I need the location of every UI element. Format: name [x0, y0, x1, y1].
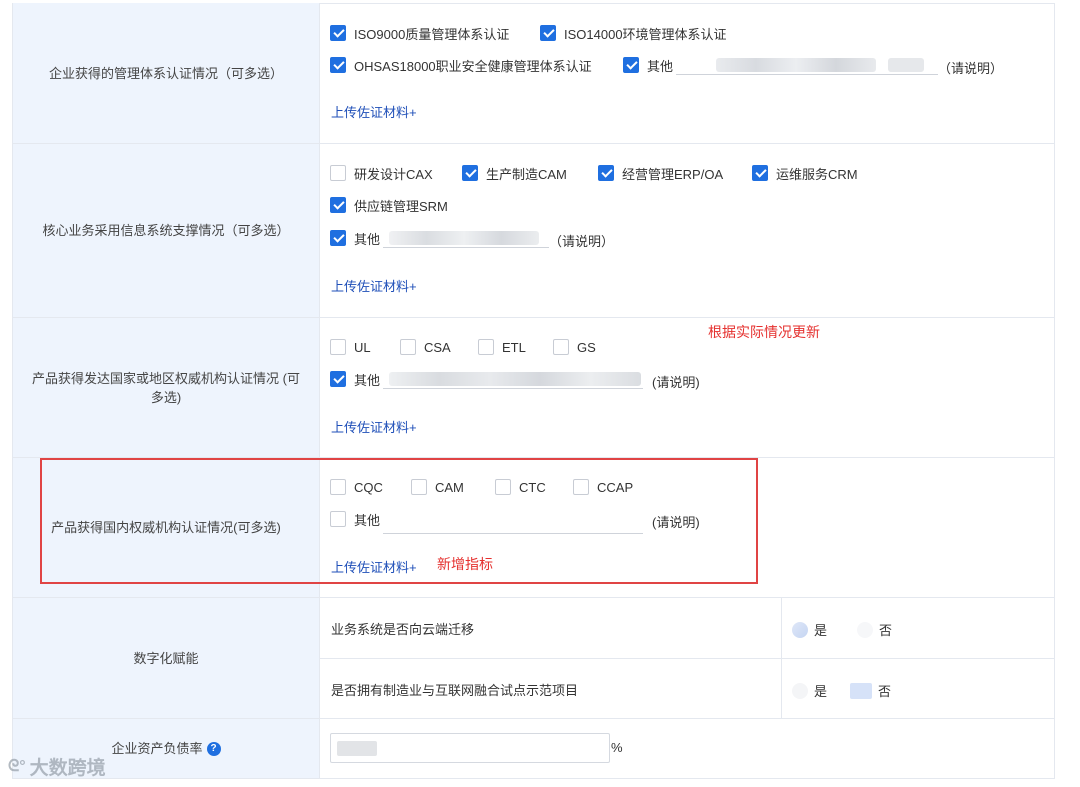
- checkbox-ohsas18000[interactable]: OHSAS18000职业安全健康管理体系认证: [330, 56, 592, 74]
- other-explain-input[interactable]: [383, 226, 549, 248]
- checkbox-other[interactable]: 其他: [330, 370, 380, 388]
- redacted-text: [337, 741, 377, 756]
- checkbox-erp[interactable]: 经营管理ERP/OA: [598, 164, 723, 182]
- radio-dot[interactable]: [792, 621, 808, 638]
- debt-ratio-input[interactable]: [330, 733, 610, 763]
- radio-no[interactable]: 否: [850, 681, 891, 700]
- checkbox-ul[interactable]: UL: [330, 338, 371, 356]
- checkbox-box[interactable]: [330, 230, 346, 246]
- explain-note: （请说明）: [938, 61, 1004, 76]
- checkbox-csa[interactable]: CSA: [400, 338, 451, 356]
- checkbox-label: ISO9000质量管理体系认证: [354, 26, 510, 42]
- checkbox-label: 其他: [354, 231, 381, 247]
- row-mgmt-certification: 企业获得的管理体系认证情况（可多选） ISO9000质量管理体系认证 ISO14…: [12, 3, 1055, 144]
- checkbox-crm[interactable]: 运维服务CRM: [752, 164, 858, 182]
- other-explain-input[interactable]: [383, 367, 643, 389]
- watermark-text: 大数跨境: [29, 758, 106, 779]
- checkbox-box[interactable]: [400, 339, 416, 355]
- radio-label: 是: [814, 684, 828, 699]
- row-label: 数字化赋能: [12, 598, 320, 718]
- checkbox-srm[interactable]: 供应链管理SRM: [330, 196, 448, 214]
- row-label: 核心业务采用信息系统支撑情况（可多选）: [12, 144, 320, 317]
- highlight-box: [40, 458, 758, 584]
- checkbox-etl[interactable]: ETL: [478, 338, 526, 356]
- redacted-text: [888, 58, 924, 72]
- radio-label: 否: [878, 684, 892, 699]
- row-foreign-certification: 产品获得发达国家或地区权威机构认证情况 (可多选) UL CSA ETL GS …: [12, 318, 1055, 458]
- checkbox-box[interactable]: [553, 339, 569, 355]
- checkbox-label: CSA: [424, 339, 451, 355]
- checkbox-label: 运维服务CRM: [776, 166, 858, 182]
- checkbox-label: OHSAS18000职业安全健康管理体系认证: [354, 58, 592, 74]
- checkbox-label: 研发设计CAX: [354, 166, 433, 182]
- radio-dot[interactable]: [857, 621, 873, 638]
- row-value: UL CSA ETL GS 根据实际情况更新 其他 (请说明) 上传佐证材料+: [320, 318, 1055, 457]
- checkbox-other[interactable]: 其他: [623, 56, 673, 74]
- explain-note: (请说明): [652, 375, 700, 390]
- upload-evidence-link[interactable]: 上传佐证材料+: [331, 417, 417, 436]
- row-label: 企业获得的管理体系认证情况（可多选）: [12, 3, 320, 143]
- radio-dot[interactable]: [792, 682, 808, 699]
- explain-note: （请说明）: [549, 234, 615, 249]
- redacted-text: [389, 231, 539, 245]
- checkbox-box[interactable]: [623, 57, 639, 73]
- redacted-text: [389, 372, 641, 386]
- checkbox-label: GS: [577, 339, 596, 355]
- checkbox-label: ISO14000环境管理体系认证: [564, 26, 727, 42]
- other-explain-input[interactable]: [676, 53, 938, 75]
- upload-evidence-link[interactable]: 上传佐证材料+: [331, 276, 417, 295]
- checkbox-box[interactable]: [478, 339, 494, 355]
- upload-evidence-link[interactable]: 上传佐证材料+: [331, 102, 417, 121]
- redacted-text: [716, 58, 876, 72]
- checkbox-box[interactable]: [598, 165, 614, 181]
- checkbox-box[interactable]: [752, 165, 768, 181]
- checkbox-label: 经营管理ERP/OA: [622, 166, 724, 182]
- question-pilot-project: 是否拥有制造业与互联网融合试点示范项目: [320, 659, 782, 719]
- watermark-logo-icon: ᘓ°: [8, 757, 26, 775]
- checkbox-box[interactable]: [330, 25, 346, 41]
- checkbox-box[interactable]: [330, 197, 346, 213]
- checkbox-label: 生产制造CAM: [486, 166, 567, 182]
- annotation-update: 根据实际情况更新: [708, 324, 820, 340]
- checkbox-box[interactable]: [540, 25, 556, 41]
- row-label: 产品获得发达国家或地区权威机构认证情况 (可多选): [12, 318, 320, 457]
- row-core-business-systems: 核心业务采用信息系统支撑情况（可多选） 研发设计CAX 生产制造CAM 经营管理…: [12, 144, 1055, 318]
- row-value: ISO9000质量管理体系认证 ISO14000环境管理体系认证 OHSAS18…: [320, 3, 1055, 143]
- help-icon[interactable]: ?: [206, 741, 221, 756]
- checkbox-box[interactable]: [462, 165, 478, 181]
- radio-yes[interactable]: 是: [792, 681, 827, 700]
- radio-label: 是: [814, 623, 828, 638]
- checkbox-box[interactable]: [330, 57, 346, 73]
- row-digital-enablement: 数字化赋能 业务系统是否向云端迁移 是否拥有制造业与互联网融合试点示范项目 是 …: [12, 598, 1055, 719]
- checkbox-label: 其他: [647, 58, 674, 74]
- checkbox-cam[interactable]: 生产制造CAM: [462, 164, 567, 182]
- checkbox-label: 供应链管理SRM: [354, 198, 448, 214]
- checkbox-gs[interactable]: GS: [553, 338, 596, 356]
- watermark: ᘓ° 大数跨境: [8, 753, 106, 780]
- radio-dot[interactable]: [850, 682, 872, 699]
- checkbox-label: 其他: [354, 372, 381, 388]
- checkbox-box[interactable]: [330, 339, 346, 355]
- row-value: 研发设计CAX 生产制造CAM 经营管理ERP/OA 运维服务CRM 供应链管理…: [320, 144, 1055, 317]
- percent-unit: %: [611, 740, 623, 755]
- checkbox-other[interactable]: 其他: [330, 229, 380, 247]
- question-cloud-migration: 业务系统是否向云端迁移: [320, 598, 782, 658]
- radio-label: 否: [879, 623, 893, 638]
- checkbox-label: ETL: [502, 339, 526, 355]
- checkbox-iso14000[interactable]: ISO14000环境管理体系认证: [540, 24, 727, 42]
- radio-yes[interactable]: 是: [792, 620, 827, 639]
- radio-no[interactable]: 否: [857, 620, 892, 639]
- row-label-text: 企业资产负债率: [111, 741, 203, 756]
- checkbox-label: UL: [354, 339, 371, 355]
- checkbox-iso9000[interactable]: ISO9000质量管理体系认证: [330, 24, 509, 42]
- checkbox-box[interactable]: [330, 371, 346, 387]
- checkbox-cax[interactable]: 研发设计CAX: [330, 164, 433, 182]
- checkbox-box[interactable]: [330, 165, 346, 181]
